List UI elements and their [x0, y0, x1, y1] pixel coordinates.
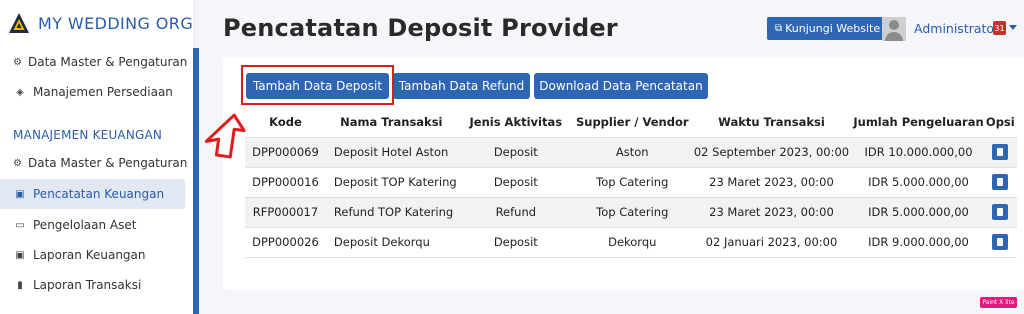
col-opsi: Opsi	[983, 108, 1017, 138]
detail-icon[interactable]	[992, 204, 1009, 220]
col-nama-transaksi[interactable]: Nama Transaksi	[325, 108, 457, 138]
col-kode[interactable]: Kode	[245, 108, 326, 138]
sidebar-item-label: Pengelolaan Aset	[33, 218, 137, 232]
table-row: DPP000026 Deposit Dekorqu Deposit Dekorq…	[245, 227, 1017, 258]
detail-icon[interactable]	[992, 174, 1009, 190]
external-link-icon: ⧉	[775, 23, 783, 34]
table-row: DPP000069 Deposit Hotel Aston Deposit As…	[245, 137, 1017, 168]
sidebar-item-data-master[interactable]: ⚙ Data Master & Pengaturan	[0, 47, 188, 77]
table-header-row: Kode Nama Transaksi Jenis Aktivitas Supp…	[245, 108, 1017, 138]
gears-icon: ⚙	[13, 56, 22, 68]
cell-supplier: Dekorqu	[574, 227, 690, 258]
col-jumlah[interactable]: Jumlah Pengeluaran	[853, 108, 984, 138]
chevron-down-icon[interactable]	[1009, 25, 1017, 30]
cell-supplier: Top Catering	[574, 167, 690, 198]
user-menu[interactable]: Administrator	[914, 21, 999, 36]
sidebar-item-inventory[interactable]: ◈ Manajemen Persediaan	[0, 77, 185, 107]
cell-kode: DPP000026	[245, 227, 326, 258]
cell-jenis: Deposit	[456, 137, 575, 168]
sidebar-item-pencatatan-keuangan[interactable]: ▣ Pencatatan Keuangan	[0, 179, 185, 209]
visit-website-button[interactable]: ⧉ Kunjungi Website	[767, 17, 889, 40]
cell-kode: DPP000069	[245, 137, 326, 168]
brand[interactable]: MY WEDDING ORGAN	[8, 10, 193, 36]
brand-logo-icon	[9, 13, 29, 33]
cell-nama: Deposit Dekorqu	[325, 227, 457, 258]
sidebar-item-label: Pencatatan Keuangan	[33, 187, 165, 201]
sidebar-scrollbar[interactable]	[193, 48, 199, 314]
sidebar-section-finance: MANAJEMEN KEUANGAN	[13, 128, 163, 142]
cell-jenis: Refund	[456, 197, 575, 228]
sidebar: MY WEDDING ORGAN ⚙ Data Master & Pengatu…	[0, 0, 193, 314]
deposit-table: Kode Nama Transaksi Jenis Aktivitas Supp…	[245, 108, 1017, 258]
pointer-arrow-icon	[205, 113, 246, 159]
cell-waktu: 02 September 2023, 00:00	[689, 137, 854, 168]
detail-icon[interactable]	[992, 234, 1009, 250]
download-button[interactable]: Download Data Pencatatan	[534, 73, 708, 99]
col-supplier[interactable]: Supplier / Vendor	[574, 108, 690, 138]
cell-jenis: Deposit	[456, 227, 575, 258]
page-title: Pencatatan Deposit Provider	[223, 14, 618, 42]
avatar[interactable]	[882, 17, 906, 41]
cell-jumlah: IDR 9.000.000,00	[853, 227, 984, 258]
cell-supplier: Top Catering	[574, 197, 690, 228]
table-row: RFP000017 Refund TOP Katering Refund Top…	[245, 197, 1017, 228]
cell-waktu: 23 Maret 2023, 00:00	[689, 197, 854, 228]
watermark: Paint X lite	[980, 297, 1017, 308]
drive-icon: ▭	[15, 219, 25, 231]
cell-waktu: 02 Januari 2023, 00:00	[689, 227, 854, 258]
cell-supplier: Aston	[574, 137, 690, 168]
brand-title: MY WEDDING ORGAN	[38, 13, 193, 33]
notification-badge[interactable]: 31	[993, 21, 1006, 35]
detail-icon[interactable]	[992, 144, 1009, 160]
highlight-box	[241, 65, 394, 105]
sidebar-item-finance-master[interactable]: ⚙ Data Master & Pengaturan	[0, 148, 188, 178]
add-refund-button[interactable]: Tambah Data Refund	[393, 73, 530, 99]
cell-kode: RFP000017	[245, 197, 326, 228]
col-waktu[interactable]: Waktu Transaksi	[689, 108, 854, 138]
sidebar-item-label: Laporan Transaksi	[33, 278, 142, 292]
table-row: DPP000016 Deposit TOP Katering Deposit T…	[245, 167, 1017, 198]
money-icon: ▣	[15, 249, 25, 261]
cell-nama: Refund TOP Katering	[325, 197, 457, 228]
sidebar-item-label: Laporan Keuangan	[33, 248, 146, 262]
sidebar-item-laporan-transaksi[interactable]: ▮ Laporan Transaksi	[0, 270, 185, 300]
money-icon: ▣	[15, 188, 25, 200]
cell-nama: Deposit TOP Katering	[325, 167, 457, 198]
cell-kode: DPP000016	[245, 167, 326, 198]
sidebar-item-label: Data Master & Pengaturan	[27, 55, 188, 69]
book-icon: ▮	[17, 279, 23, 291]
visit-website-label: Kunjungi Website	[785, 22, 881, 35]
sidebar-item-laporan-keuangan[interactable]: ▣ Laporan Keuangan	[0, 240, 185, 270]
cell-nama: Deposit Hotel Aston	[325, 137, 457, 168]
cell-jumlah: IDR 5.000.000,00	[853, 197, 984, 228]
col-jenis-aktivitas[interactable]: Jenis Aktivitas	[456, 108, 575, 138]
sidebar-item-pengelolaan-aset[interactable]: ▭ Pengelolaan Aset	[0, 210, 185, 240]
sidebar-item-label: Data Master & Pengaturan	[27, 156, 188, 170]
sidebar-item-label: Manajemen Persediaan	[33, 85, 173, 99]
cell-jumlah: IDR 5.000.000,00	[853, 167, 984, 198]
cell-waktu: 23 Maret 2023, 00:00	[689, 167, 854, 198]
gears-icon: ⚙	[13, 157, 22, 169]
cubes-icon: ◈	[16, 86, 24, 98]
cell-jumlah: IDR 10.000.000,00	[853, 137, 984, 168]
cell-jenis: Deposit	[456, 167, 575, 198]
